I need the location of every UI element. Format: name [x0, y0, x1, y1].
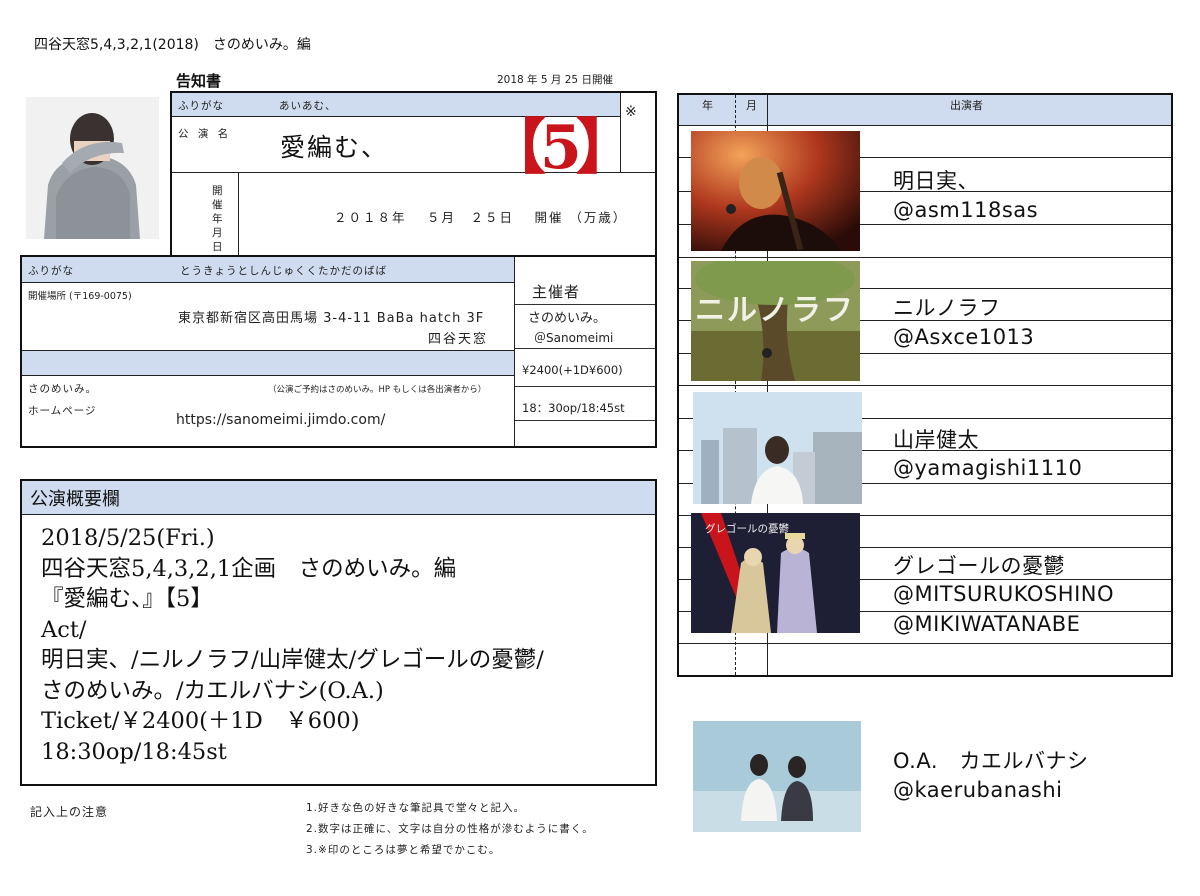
notes-label: 記入上の注意	[30, 805, 109, 819]
document-title: 告知書	[176, 72, 222, 90]
organizer-label: 主催者	[532, 283, 581, 301]
venue-name: 四谷天窓	[428, 332, 489, 347]
overview-line: 明日実、/ニルノラフ/山岸健太/グレゴールの憂鬱/	[41, 647, 544, 673]
performer-handle-2: @Asxce1013	[893, 325, 1035, 349]
event-date: ２０１８年 ５月 ２５日 開催 （万歳）	[334, 210, 628, 225]
overview-line: 2018/5/25(Fri.)	[41, 525, 215, 551]
overview-line: 四谷天窓5,4,3,2,1企画 さのめいみ。編	[41, 555, 457, 582]
event-furigana-label: ふりがな	[178, 100, 224, 112]
performer-name-3: 山岸健太	[893, 428, 979, 452]
opening-act-photo	[693, 721, 861, 832]
performer-handle-4b: @MIKIWATANABE	[893, 612, 1081, 636]
overview-title: 公演概要欄	[30, 489, 120, 510]
portrait-photo	[26, 97, 159, 239]
artwork-text-nirunorafu: ニルノラフ	[695, 293, 855, 328]
note-item: 3.※印のところは夢と希望でかこむ。	[306, 844, 501, 856]
venue-furigana-value: とうきょうとしんじゅくくたかだのばば	[180, 265, 387, 277]
reservation-note: （公演ご予約はさのめいみ。HP もしくは各出演者から）	[268, 385, 487, 395]
overview-line: Ticket/￥2400(＋1D ￥600)	[41, 708, 360, 734]
performer-handle-3: @yamagishi1110	[893, 456, 1083, 480]
mark-symbol: ※	[625, 104, 637, 120]
document-date: 2018 年 5 月 25 日開催	[497, 74, 613, 86]
opening-act-name: O.A. カエルバナシ	[893, 749, 1089, 773]
overview-text: 2018/5/25(Fri.) 四谷天窓5,4,3,2,1企画 さのめいみ。編 …	[41, 523, 544, 767]
artwork-text-gregor: グレゴールの憂鬱	[705, 523, 789, 535]
performer-photo-4: グレゴールの憂鬱	[691, 513, 860, 633]
event-number-stamp: 【5】	[486, 113, 636, 183]
venue-label: 開催場所 (〒169-0075)	[28, 291, 132, 302]
organizer-handle: ＠Sanomeimi	[534, 331, 614, 345]
venue-blue-bar	[22, 350, 514, 375]
date-label: 開催年月日	[212, 185, 223, 253]
overview-line: Act/	[41, 616, 87, 643]
reservation-name: さのめいみ。	[28, 383, 97, 395]
organizer-name: さのめいみ。	[528, 311, 607, 326]
venue-address: 東京都新宿区高田馬場 3-4-11 BaBa hatch 3F	[178, 311, 485, 326]
event-furigana-value: あいあむ、	[279, 100, 337, 112]
performer-name-4: グレゴールの憂鬱	[893, 554, 1065, 578]
overview-line: さのめいみ。/カエルバナシ(O.A.)	[41, 677, 384, 704]
homepage-label: ホームページ	[28, 405, 97, 417]
event-name: 愛編む、	[280, 133, 389, 162]
performer-name-1: 明日実、	[893, 169, 979, 193]
note-item: 2.数字は正確に、文字は自分の性格が滲むように書く。	[306, 823, 594, 835]
overview-line: 18:30op/18:45st	[41, 738, 227, 765]
performer-photo-3	[693, 392, 862, 504]
col-performers: 出演者	[950, 99, 983, 112]
homepage-url[interactable]: https://sanomeimi.jimdo.com/	[176, 412, 385, 428]
page-header-title: 四谷天窓5,4,3,2,1(2018) さのめいみ。編	[34, 37, 311, 53]
performer-handle-1: @asm118sas	[893, 198, 1039, 222]
overview-line: 『愛編む、』【5】	[41, 586, 213, 612]
notes-list: 1.好きな色の好きな筆記具で堂々と記入。 2.数字は正確に、文字は自分の性格が滲…	[306, 798, 594, 861]
opening-act-handle: @kaerubanashi	[893, 778, 1063, 802]
event-name-label: 公 演 名	[178, 128, 232, 140]
event-time: 18：30op/18:45st	[522, 401, 625, 415]
col-year: 年	[702, 99, 713, 112]
performer-photo-2: ニルノラフ	[691, 261, 860, 381]
performer-name-2: ニルノラフ	[893, 296, 1001, 320]
note-item: 1.好きな色の好きな筆記具で堂々と記入。	[306, 802, 526, 814]
ticket-price: ¥2400(+1D¥600)	[522, 363, 623, 377]
performer-handle-4: @MITSURUKOSHINO	[893, 582, 1115, 606]
venue-furigana-label: ふりがな	[28, 265, 74, 277]
col-month: 月	[746, 99, 757, 112]
performer-photo-1	[691, 131, 860, 251]
